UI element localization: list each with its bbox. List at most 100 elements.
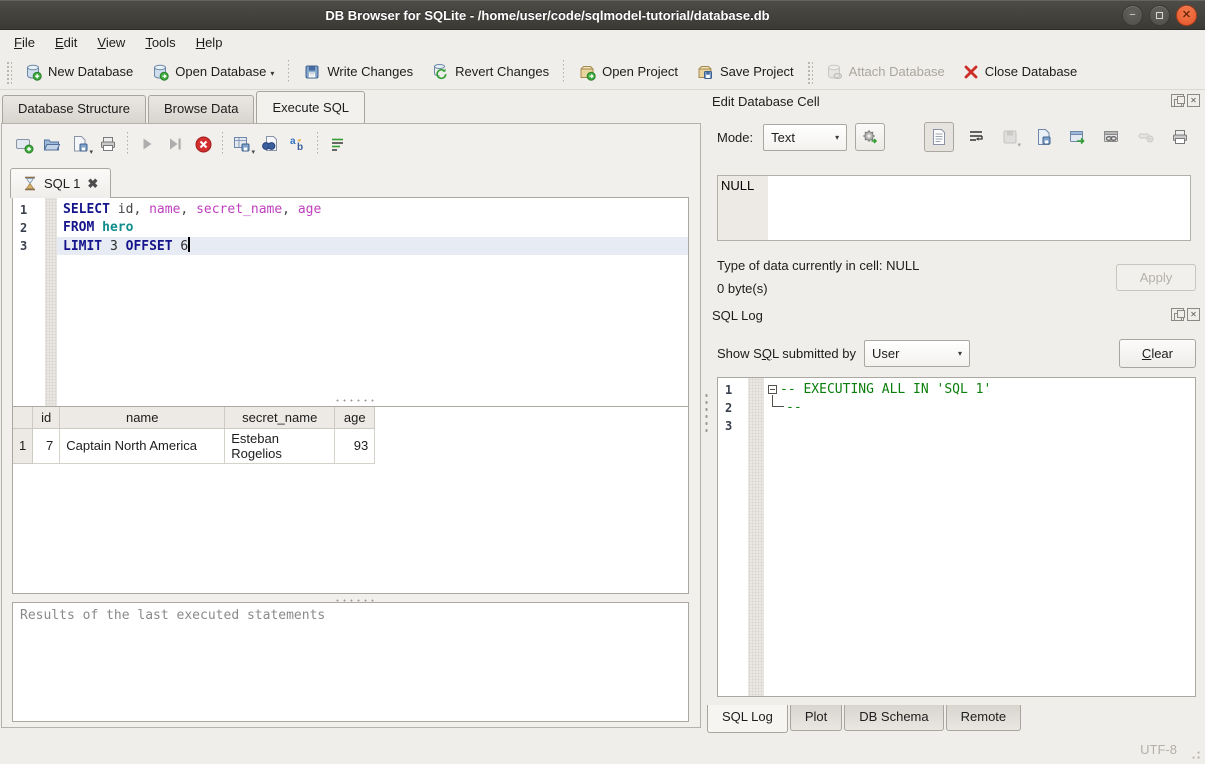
- cell-id[interactable]: 7: [33, 428, 60, 463]
- menu-file[interactable]: File: [4, 32, 45, 53]
- column-header-secret-name[interactable]: secret_name: [225, 407, 335, 428]
- open-external-icon[interactable]: [1065, 124, 1090, 150]
- tab-sql-log[interactable]: SQL Log: [707, 705, 788, 733]
- cell-secret-name[interactable]: Esteban Rogelios: [225, 428, 335, 463]
- sql-editor-tab[interactable]: SQL 1 ✖: [10, 168, 111, 198]
- line-number: 2: [13, 219, 45, 237]
- results-grid[interactable]: id name secret_name age 1 7 Captain Nort…: [12, 406, 689, 594]
- execute-sql-pane: ▾ ▾ ab SQL 1 ✖: [1, 123, 701, 728]
- tab-db-schema[interactable]: DB Schema: [844, 705, 943, 731]
- tab-browse-data[interactable]: Browse Data: [148, 95, 254, 123]
- tab-plot[interactable]: Plot: [790, 705, 842, 731]
- export-results-icon[interactable]: ▾: [228, 131, 256, 157]
- window-title: DB Browser for SQLite - /home/user/code/…: [0, 8, 1095, 23]
- tab-database-structure[interactable]: Database Structure: [2, 95, 146, 123]
- cell-type-info: Type of data currently in cell: NULL: [717, 258, 919, 273]
- log-line: --: [764, 399, 1195, 417]
- results-message-pane[interactable]: Results of the last executed statements: [12, 602, 689, 722]
- save-project-button[interactable]: Save Project: [687, 59, 803, 85]
- title-bar[interactable]: DB Browser for SQLite - /home/user/code/…: [0, 0, 1205, 30]
- close-database-icon: [963, 64, 979, 80]
- toolbar-drag-handle[interactable]: [806, 60, 813, 84]
- print-icon[interactable]: [94, 131, 122, 157]
- sql-log-view[interactable]: 1 2 3 -- EXECUTING ALL IN 'SQL 1' --: [717, 377, 1196, 697]
- open-project-button[interactable]: Open Project: [569, 59, 687, 85]
- close-tab-icon[interactable]: ✖: [87, 176, 98, 192]
- toolbar-drag-handle[interactable]: [5, 60, 12, 84]
- clear-button[interactable]: Clear: [1119, 339, 1196, 368]
- open-sql-file-icon[interactable]: [38, 131, 66, 157]
- minimize-button[interactable]: −: [1122, 5, 1143, 26]
- save-sql-dropdown-icon[interactable]: ▾: [89, 148, 93, 156]
- column-header-age[interactable]: age: [335, 407, 375, 428]
- print-icon[interactable]: [1167, 124, 1192, 150]
- chevron-down-icon: ▾: [835, 133, 839, 142]
- cell-age[interactable]: 93: [335, 428, 375, 463]
- fold-collapse-icon[interactable]: [768, 385, 777, 394]
- code-line[interactable]: LIMIT 3 OFFSET 6: [57, 237, 688, 255]
- export-data-icon[interactable]: [1031, 124, 1056, 150]
- find-icon[interactable]: [256, 131, 284, 157]
- open-database-dropdown-icon[interactable]: ▾: [270, 69, 274, 81]
- revert-changes-button[interactable]: Revert Changes: [422, 59, 558, 85]
- menu-tools[interactable]: Tools: [135, 32, 185, 53]
- close-database-button[interactable]: Close Database: [954, 60, 1087, 84]
- tab-remote[interactable]: Remote: [946, 705, 1022, 731]
- link-icon[interactable]: [1099, 124, 1124, 150]
- mode-label: Mode:: [717, 130, 753, 145]
- format-sql-icon[interactable]: ab: [284, 131, 312, 157]
- sql-log-code[interactable]: -- EXECUTING ALL IN 'SQL 1' --: [764, 378, 1195, 696]
- cell-name[interactable]: Captain North America: [60, 428, 225, 463]
- save-sql-file-icon[interactable]: ▾: [66, 131, 94, 157]
- attach-database-button: Attach Database: [816, 59, 954, 85]
- sql-editor-tab-bar: SQL 1 ✖: [10, 168, 111, 198]
- column-header-id[interactable]: id: [33, 407, 60, 428]
- log-line: -- EXECUTING ALL IN 'SQL 1': [764, 381, 1195, 399]
- encoding-indicator[interactable]: UTF-8: [1140, 742, 1177, 757]
- sql-log-gutter: 1 2 3: [718, 378, 748, 696]
- float-dock-icon[interactable]: [1171, 308, 1184, 321]
- close-button[interactable]: ✕: [1176, 5, 1197, 26]
- dock-splitter-handle[interactable]: [703, 390, 708, 434]
- menu-help[interactable]: Help: [186, 32, 233, 53]
- write-changes-button[interactable]: Write Changes: [294, 59, 422, 85]
- toolbar-separator: [317, 132, 318, 156]
- close-dock-icon[interactable]: ✕: [1187, 308, 1200, 321]
- execute-sql-panel: Database Structure Browse Data Execute S…: [0, 90, 702, 740]
- menu-bar: File Edit View Tools Help: [0, 31, 1205, 54]
- word-wrap-icon[interactable]: [963, 124, 988, 150]
- tab-execute-sql[interactable]: Execute SQL: [256, 91, 365, 123]
- mode-combobox[interactable]: Text ▾: [763, 124, 847, 151]
- text-cursor: [188, 237, 190, 252]
- cell-value-editor[interactable]: NULL: [717, 175, 1191, 241]
- gear-apply-icon: [861, 128, 879, 146]
- apply-button: Apply: [1116, 264, 1196, 291]
- submitted-by-combobox[interactable]: User ▾: [864, 340, 970, 367]
- stop-icon[interactable]: [189, 131, 217, 157]
- menu-view[interactable]: View: [87, 32, 135, 53]
- attach-database-icon: [825, 63, 843, 81]
- column-header-name[interactable]: name: [60, 407, 225, 428]
- results-header-row: id name secret_name age: [13, 407, 375, 428]
- open-database-button[interactable]: Open Database ▾: [142, 59, 283, 85]
- line-number: 3: [718, 417, 748, 435]
- maximize-button[interactable]: [1149, 5, 1170, 26]
- new-database-button[interactable]: New Database: [15, 59, 142, 85]
- auto-switch-mode-button[interactable]: [855, 123, 885, 151]
- new-sql-tab-icon[interactable]: [10, 131, 38, 157]
- export-results-dropdown-icon[interactable]: ▾: [251, 148, 255, 156]
- menu-edit[interactable]: Edit: [45, 32, 87, 53]
- sql-log-filter-row: Show SQL submitted by User ▾ Clear: [717, 338, 1196, 369]
- bottom-dock-tab-bar: SQL Log Plot DB Schema Remote: [707, 705, 1023, 733]
- close-dock-icon[interactable]: ✕: [1187, 94, 1200, 107]
- float-dock-icon[interactable]: [1171, 94, 1184, 107]
- row-header[interactable]: 1: [13, 428, 33, 463]
- code-line[interactable]: SELECT id, name, secret_name, age: [57, 201, 688, 219]
- resize-grip[interactable]: [1189, 748, 1202, 761]
- text-mode-icon[interactable]: [924, 122, 954, 152]
- splitter-handle[interactable]: [332, 397, 376, 402]
- svg-text:b: b: [297, 142, 303, 153]
- sql-toolbar: ▾ ▾ ab: [10, 130, 351, 158]
- word-wrap-icon[interactable]: [323, 131, 351, 157]
- code-line[interactable]: FROM hero: [57, 219, 688, 237]
